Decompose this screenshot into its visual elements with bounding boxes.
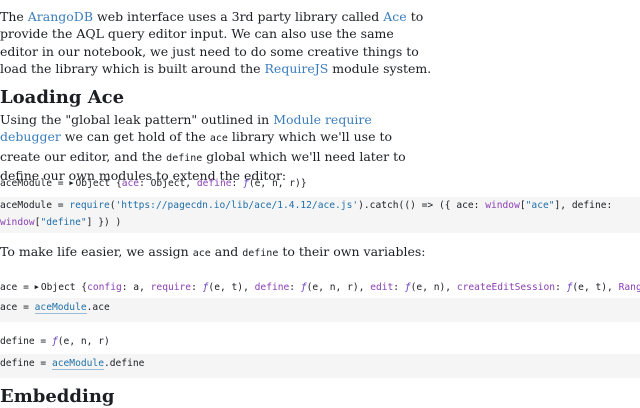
code-text: ).catch(() => ({ ace: bbox=[358, 200, 486, 211]
expand-triangle-icon[interactable]: ▶ bbox=[35, 279, 39, 296]
property: .ace bbox=[86, 302, 110, 313]
var-name: define bbox=[0, 336, 35, 347]
operator: = bbox=[34, 358, 52, 369]
ace-link[interactable]: Ace bbox=[383, 9, 406, 24]
cell-source-ace[interactable]: ace = aceModule.ace bbox=[0, 298, 640, 322]
cell-output-ace[interactable]: ace = ▶ Object {config: a, require: ƒ(e, … bbox=[0, 279, 640, 297]
inline-code-ace: ace bbox=[192, 248, 211, 259]
code-text: ] }) ) bbox=[86, 216, 122, 228]
function-name: require bbox=[69, 200, 110, 211]
cell-source-define[interactable]: define = aceModule.define bbox=[0, 354, 640, 378]
brace: { bbox=[75, 282, 88, 293]
object-key: ace bbox=[121, 178, 140, 189]
paragraph-text: To make life easier, we assign bbox=[0, 244, 193, 259]
code-text: ], define: bbox=[554, 200, 613, 211]
operator: = bbox=[34, 336, 52, 347]
object-value: : a, bbox=[121, 282, 151, 293]
operator: = bbox=[17, 282, 35, 293]
inline-code-ace: ace bbox=[209, 133, 228, 145]
object-key: define bbox=[196, 178, 232, 189]
operator: = bbox=[51, 200, 70, 211]
property: .define bbox=[103, 358, 145, 369]
object-type: Object bbox=[75, 178, 111, 189]
colon: : bbox=[191, 282, 203, 293]
paragraph-text: and bbox=[210, 244, 243, 259]
object-key: config bbox=[87, 282, 122, 293]
string-literal: "ace" bbox=[525, 200, 555, 211]
intro-text: web interface uses a 3rd party library c… bbox=[93, 9, 384, 24]
url-string: 'https://pagecdn.io/lib/ace/1.4.12/ace.j… bbox=[115, 200, 359, 211]
cell-output-define[interactable]: define = ƒ(e, n, r) bbox=[0, 334, 640, 351]
function-signature: (e, n, r) bbox=[248, 178, 301, 189]
window-ref: window bbox=[0, 216, 35, 228]
object-key: define bbox=[254, 282, 290, 293]
var-name: define bbox=[0, 358, 35, 369]
expand-triangle-icon[interactable]: ▶ bbox=[69, 175, 73, 192]
heading-loading-ace: Loading Ace bbox=[0, 87, 125, 108]
colon: : bbox=[231, 178, 244, 189]
var-name: ace bbox=[0, 282, 18, 293]
object-key: Range bbox=[618, 282, 640, 293]
object-key: createEditSession bbox=[456, 282, 556, 293]
paragraph-text: to their own variables: bbox=[278, 244, 426, 259]
operator: = bbox=[17, 302, 35, 313]
cell-source-acemodule[interactable]: aceModule = require('https://pagecdn.io/… bbox=[0, 197, 640, 233]
object-value: (e, t), bbox=[208, 282, 255, 293]
object-value: (e, n, r), bbox=[306, 282, 371, 293]
colon: : bbox=[555, 282, 567, 293]
intro-paragraph: The ArangoDB web interface uses a 3rd pa… bbox=[0, 8, 432, 77]
colon: : bbox=[393, 282, 405, 293]
var-name: aceModule bbox=[0, 200, 52, 211]
operator: = bbox=[51, 178, 70, 189]
assign-paragraph: To make life easier, we assign ace and d… bbox=[0, 243, 432, 262]
brace: } bbox=[300, 178, 307, 189]
var-name: ace bbox=[0, 302, 18, 313]
object-value: (e, t), bbox=[572, 282, 619, 293]
intro-text: The bbox=[0, 9, 28, 24]
object-key: edit bbox=[370, 282, 394, 293]
arangodb-link[interactable]: ArangoDB bbox=[28, 9, 93, 24]
object-type: Object bbox=[40, 282, 76, 293]
object-key: require bbox=[150, 282, 192, 293]
window-ref: window bbox=[485, 200, 520, 211]
paragraph-text: Using the "global leak pattern" outlined… bbox=[0, 112, 274, 127]
brace: { bbox=[110, 178, 122, 189]
heading-embedding: Embedding bbox=[0, 386, 115, 407]
loading-paragraph: Using the "global leak pattern" outlined… bbox=[0, 111, 432, 184]
acemodule-reference[interactable]: aceModule bbox=[34, 302, 87, 314]
object-value: (e, n), bbox=[410, 282, 457, 293]
colon: : bbox=[289, 282, 301, 293]
object-value: : Object, bbox=[139, 178, 197, 189]
intro-text: module system. bbox=[328, 60, 432, 76]
var-name: aceModule bbox=[0, 178, 52, 189]
acemodule-reference[interactable]: aceModule bbox=[51, 358, 104, 370]
paragraph-text: we can get hold of the bbox=[60, 129, 210, 145]
string-literal: "define" bbox=[40, 216, 87, 228]
inline-code-define: define bbox=[166, 152, 203, 164]
inline-code-define: define bbox=[242, 248, 279, 259]
cell-output-acemodule[interactable]: aceModule = ▶ Object {ace: Object, define… bbox=[0, 175, 640, 193]
requirejs-link[interactable]: RequireJS bbox=[265, 61, 329, 76]
function-signature: (e, n, r) bbox=[57, 336, 110, 347]
